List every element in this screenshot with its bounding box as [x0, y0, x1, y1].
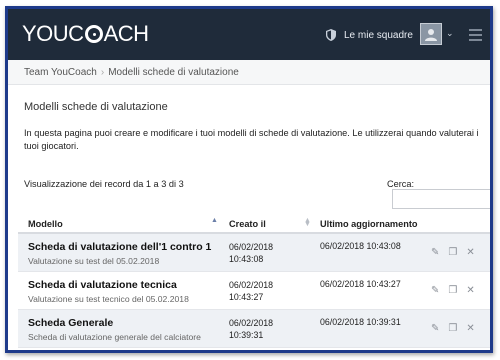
- my-teams-link[interactable]: Le mie squadre: [344, 30, 413, 41]
- column-header-updated[interactable]: Ultimo aggiornamento: [320, 219, 418, 229]
- created-cell: 06/02/2018 10:39:31: [229, 317, 289, 341]
- template-description: Valutazione su test del 05.02.2018: [28, 256, 160, 266]
- pencil-icon[interactable]: ✎: [431, 247, 439, 258]
- user-icon: [425, 29, 437, 41]
- row-actions: ✎ ❐ ✕: [431, 242, 484, 258]
- youcoach-logo[interactable]: YOUC ACH: [22, 21, 149, 47]
- template-name[interactable]: Scheda di valutazione tecnica: [28, 279, 177, 291]
- table-header: Modello ▲ Creato il ▲ ▼ Ultimo aggiorname…: [18, 212, 490, 234]
- column-header-created[interactable]: Creato il: [229, 219, 266, 229]
- created-date: 06/02/2018: [229, 280, 274, 290]
- created-time: 10:39:31: [229, 330, 264, 340]
- template-description: Valutazione su test tecnico del 05.02.20…: [28, 294, 189, 304]
- close-icon[interactable]: ✕: [466, 285, 474, 296]
- user-avatar[interactable]: [420, 23, 442, 45]
- copy-icon[interactable]: ❐: [448, 285, 457, 296]
- pencil-icon[interactable]: ✎: [431, 323, 439, 334]
- breadcrumb-item-team[interactable]: Team YouCoach: [24, 67, 97, 78]
- pencil-icon[interactable]: ✎: [431, 285, 439, 296]
- table-row[interactable]: Scheda Generale Scheda di valutazione ge…: [18, 310, 490, 348]
- breadcrumb-separator: ›: [100, 67, 105, 78]
- page-title: Modelli schede di valutazione: [24, 101, 168, 113]
- table-row[interactable]: Scheda di valutazione tecnica Valutazion…: [18, 272, 490, 310]
- copy-icon[interactable]: ❐: [448, 323, 457, 334]
- template-description: Scheda di valutazione generale del calci…: [28, 332, 201, 342]
- hamburger-icon[interactable]: [469, 29, 482, 44]
- created-date: 06/02/2018: [229, 318, 274, 328]
- shield-icon: [326, 29, 336, 41]
- created-cell: 06/02/2018 10:43:08: [229, 241, 289, 265]
- breadcrumb: Team YouCoach › Modelli schede di valutazi…: [8, 60, 490, 85]
- logo-ball-icon: [84, 25, 103, 43]
- row-actions: ✎ ❐ ✕: [431, 280, 484, 296]
- created-date: 06/02/2018: [229, 242, 274, 252]
- app-window: YOUC ACH Le mie squadre ⌄ Team YouCoach › M…: [5, 6, 493, 353]
- sort-asc-icon[interactable]: ▲: [211, 217, 218, 224]
- records-info: Visualizzazione dei record da 1 a 3 di 3: [24, 179, 184, 189]
- updated-cell: 06/02/2018 10:43:08: [320, 241, 401, 251]
- updated-cell: 06/02/2018 10:43:27: [320, 279, 401, 289]
- created-time: 10:43:27: [229, 292, 264, 302]
- page-intro-text: In questa pagina puoi creare e modificar…: [24, 128, 479, 151]
- top-navbar: YOUC ACH Le mie squadre ⌄: [8, 9, 490, 60]
- search-label: Cerca:: [387, 179, 415, 189]
- template-name[interactable]: Scheda di valutazione dell'1 contro 1: [28, 241, 211, 253]
- logo-text-start: YOUC: [22, 21, 84, 46]
- logo-text-end: ACH: [103, 21, 149, 46]
- row-actions: ✎ ❐ ✕: [431, 318, 484, 334]
- created-time: 10:43:08: [229, 254, 264, 264]
- updated-cell: 06/02/2018 10:39:31: [320, 317, 401, 327]
- column-header-model[interactable]: Modello: [28, 219, 63, 229]
- search-input[interactable]: [392, 189, 490, 209]
- copy-icon[interactable]: ❐: [448, 247, 457, 258]
- created-cell: 06/02/2018 10:43:27: [229, 279, 289, 303]
- template-name[interactable]: Scheda Generale: [28, 317, 113, 329]
- close-icon[interactable]: ✕: [466, 323, 474, 334]
- sort-both-icon[interactable]: ▲ ▼: [304, 217, 311, 228]
- templates-table: Modello ▲ Creato il ▲ ▼ Ultimo aggiorname…: [18, 212, 490, 348]
- chevron-down-icon[interactable]: ⌄: [446, 28, 454, 39]
- close-icon[interactable]: ✕: [466, 247, 474, 258]
- breadcrumb-item-current: Modelli schede di valutazione: [108, 67, 239, 78]
- table-row[interactable]: Scheda di valutazione dell'1 contro 1 Va…: [18, 234, 490, 272]
